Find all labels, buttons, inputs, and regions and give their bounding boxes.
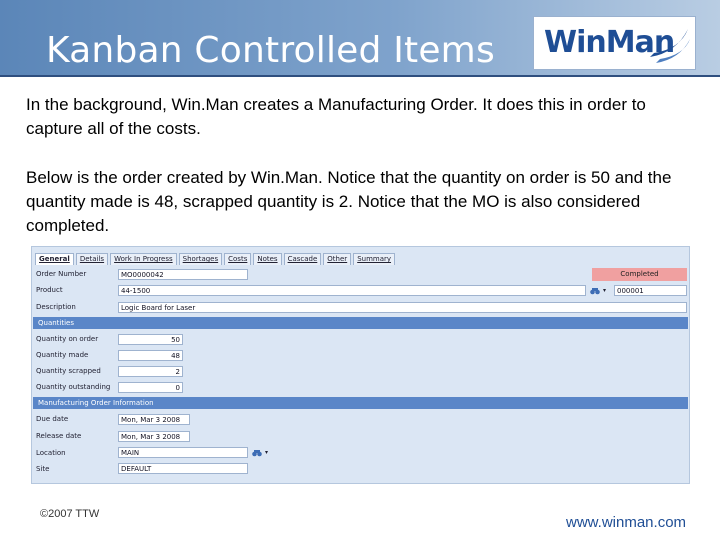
site-label: Site (36, 465, 50, 473)
tab-costs[interactable]: Costs (224, 253, 252, 265)
location-field[interactable]: MAIN (118, 447, 248, 458)
qty-made-label: Quantity made (36, 351, 89, 359)
qty-on-order-field[interactable]: 50 (118, 334, 183, 345)
mo-info-section-header: Manufacturing Order Information (33, 397, 688, 409)
product-field[interactable]: 44-1500 (118, 285, 586, 296)
tab-other[interactable]: Other (323, 253, 352, 265)
site-field[interactable]: DEFAULT (118, 463, 248, 474)
description-label: Description (36, 303, 76, 311)
release-date-label: Release date (36, 432, 82, 440)
location-lookup-icon[interactable] (252, 449, 262, 457)
status-badge: Completed (592, 268, 687, 281)
tab-notes[interactable]: Notes (253, 253, 282, 265)
slide-header: Kanban Controlled Items WinMan (0, 0, 720, 77)
tab-details[interactable]: Details (75, 253, 109, 265)
release-date-field[interactable]: Mon, Mar 3 2008 (118, 431, 190, 442)
winman-logo: WinMan (533, 16, 696, 70)
slide-title: Kanban Controlled Items (46, 30, 495, 71)
qty-outstanding-label: Quantity outstanding (36, 383, 111, 391)
intro-paragraph: In the background, Win.Man creates a Man… (26, 95, 646, 138)
chevron-down-icon[interactable]: ▾ (603, 287, 606, 294)
description-field[interactable]: Logic Board for Laser (118, 302, 687, 313)
tab-general[interactable]: General (35, 253, 74, 265)
explanation-paragraph: Below is the order created by Win.Man. N… (26, 168, 672, 235)
due-date-label: Due date (36, 415, 69, 423)
tab-work-in-progress[interactable]: Work In Progress (110, 253, 177, 265)
copyright-text: ©2007 TTW (40, 508, 100, 520)
mo-tab-strip: General Details Work In Progress Shortag… (35, 253, 397, 265)
binoculars-icon[interactable] (590, 287, 600, 295)
location-label: Location (36, 449, 66, 457)
tab-summary[interactable]: Summary (353, 253, 396, 265)
qty-outstanding-field[interactable]: 0 (118, 382, 183, 393)
manufacturing-order-screenshot: General Details Work In Progress Shortag… (31, 246, 690, 484)
website-link[interactable]: www.winman.com (566, 514, 686, 531)
qty-scrapped-field[interactable]: 2 (118, 366, 183, 377)
tab-shortages[interactable]: Shortages (178, 253, 223, 265)
qty-on-order-label: Quantity on order (36, 335, 99, 343)
order-number-label: Order Number (36, 270, 87, 278)
location-dropdown-icon[interactable]: ▾ (265, 449, 268, 456)
quantities-section-header: Quantities (33, 317, 688, 329)
product-code-field[interactable]: 000001 (614, 285, 687, 296)
logo-swoosh-icon (650, 29, 690, 63)
qty-scrapped-label: Quantity scrapped (36, 367, 101, 375)
qty-made-field[interactable]: 48 (118, 350, 183, 361)
tab-cascade[interactable]: Cascade (283, 253, 322, 265)
product-label: Product (36, 286, 63, 294)
due-date-field[interactable]: Mon, Mar 3 2008 (118, 414, 190, 425)
order-number-field[interactable]: MO0000042 (118, 269, 248, 280)
